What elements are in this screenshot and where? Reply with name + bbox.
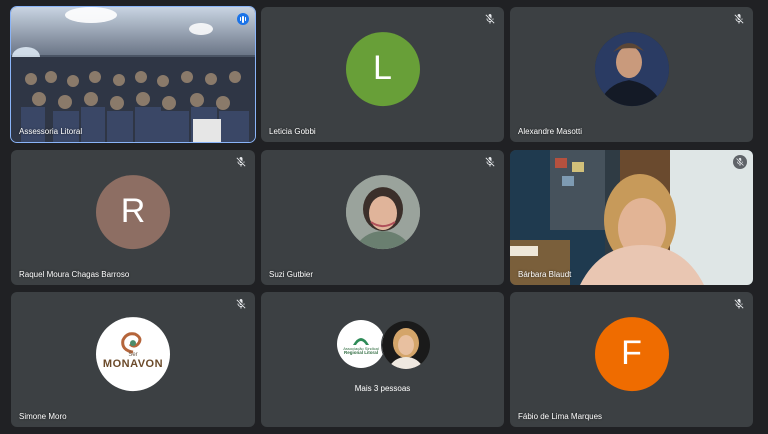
participant-name: Raquel Moura Chagas Barroso <box>19 270 130 279</box>
participant-tile-group[interactable]: Associação Sindical Regional Litoral Mai… <box>261 292 504 427</box>
logo-text: MONAVON <box>102 357 164 370</box>
participant-name: Suzi Gutbier <box>269 270 314 279</box>
participant-name: Bárbara Blaudt <box>518 270 572 279</box>
participant-tile-fabio-marques[interactable]: F Fábio de Lima Marques <box>510 292 753 427</box>
mic-off-icon <box>485 14 495 24</box>
avatar: Ser MONAVON <box>96 316 170 391</box>
participant-name: Leticia Gobbi <box>269 127 316 136</box>
group-overflow-label: Mais 3 pessoas <box>354 384 411 393</box>
participant-name: Fábio de Lima Marques <box>518 412 603 421</box>
participant-name: Alexandre Masotti <box>518 127 583 136</box>
participant-tile-assessoria-litoral[interactable]: Assessoria Litoral <box>10 6 256 143</box>
participant-video <box>510 150 753 285</box>
participant-name: Assessoria Litoral <box>19 127 83 136</box>
logo-text-2: Regional Litoral <box>343 349 378 355</box>
avatar: R <box>96 174 170 249</box>
mic-off-icon <box>236 157 246 167</box>
participant-tile-raquel-barroso[interactable]: R Raquel Moura Chagas Barroso <box>11 150 255 285</box>
mic-off-icon <box>236 299 246 309</box>
group-avatar-logo: Associação Sindical Regional Litoral <box>337 320 385 368</box>
participant-tile-suzi-gutbier[interactable]: Suzi Gutbier <box>261 150 504 285</box>
avatar-initial: L <box>373 49 392 88</box>
participant-tile-simone-moro[interactable]: Ser MONAVON Simone Moro <box>11 292 255 427</box>
avatar <box>345 174 420 249</box>
mic-off-icon <box>733 155 747 169</box>
participant-tile-leticia-gobbi[interactable]: L Leticia Gobbi <box>261 7 504 142</box>
participant-tile-alexandre-masotti[interactable]: Alexandre Masotti <box>510 7 753 142</box>
avatar: F <box>594 316 669 391</box>
participant-video <box>11 7 255 142</box>
avatar-initial: R <box>120 192 146 231</box>
avatar: L <box>345 31 420 106</box>
participant-tile-barbara-blaudt[interactable]: Bárbara Blaudt <box>510 150 753 285</box>
mic-off-icon <box>485 157 495 167</box>
group-avatar-photo <box>381 320 431 370</box>
avatar <box>594 31 669 106</box>
audio-level-icon <box>237 13 249 25</box>
mic-off-icon <box>734 299 744 309</box>
mic-off-icon <box>734 14 744 24</box>
avatar-initial: F <box>621 334 642 373</box>
participant-name: Simone Moro <box>19 412 67 421</box>
